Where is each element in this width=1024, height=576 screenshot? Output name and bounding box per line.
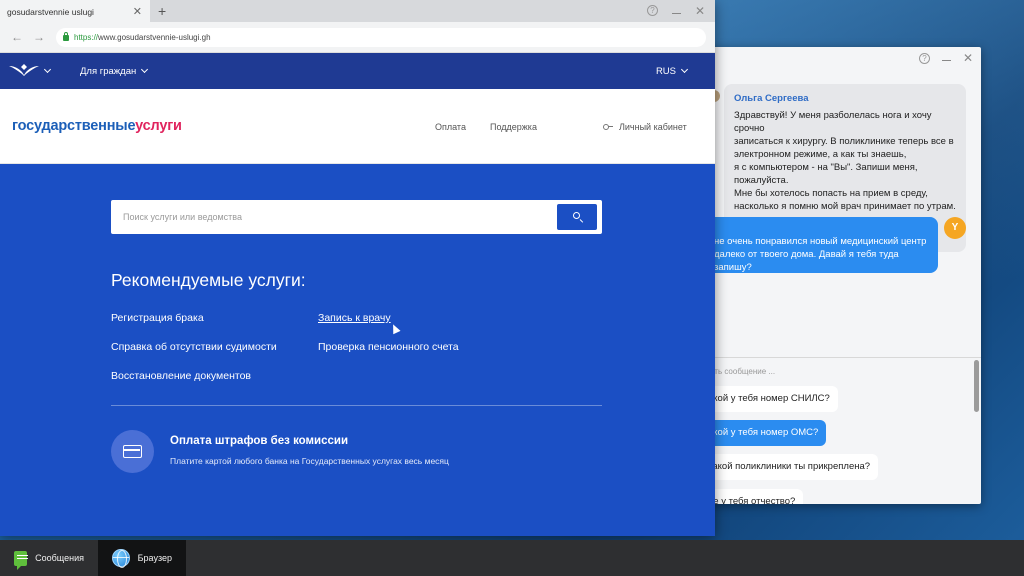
browser-window: gosudarstvennie uslugi ✕ + ? ✕ ← → https… xyxy=(0,0,715,536)
outgoing-message: не очень понравился новый медицинский це… xyxy=(700,217,938,273)
url-field[interactable]: https://www.gosudarstvennie-uslugi.gh xyxy=(56,28,706,47)
search-button[interactable] xyxy=(557,204,597,230)
account-link[interactable]: Личный кабинет xyxy=(603,122,687,132)
input-divider xyxy=(700,357,981,358)
site-nav-bar: Для граждан RUS xyxy=(0,53,715,89)
lock-icon xyxy=(63,32,69,41)
taskbar: Сообщения Браузер xyxy=(0,540,1024,576)
user-avatar: Y xyxy=(944,217,966,239)
chevron-down-icon[interactable] xyxy=(43,65,52,77)
address-bar: ← → https://www.gosudarstvennie-uslugi.g… xyxy=(0,22,715,53)
help-icon[interactable]: ? xyxy=(646,5,658,16)
fines-card-button[interactable] xyxy=(111,430,154,473)
quick-reply[interactable]: акой у тебя номер ОМС? xyxy=(700,420,827,446)
scrollbar[interactable] xyxy=(974,360,979,412)
section-divider xyxy=(111,405,602,406)
payment-link[interactable]: Оплата xyxy=(435,122,466,132)
eagle-logo-icon[interactable] xyxy=(8,63,40,77)
globe-icon xyxy=(112,549,130,568)
language-selector[interactable]: RUS xyxy=(656,65,689,77)
quick-reply[interactable]: какой поликлиники ты прикреплена? xyxy=(700,454,879,480)
tab-title: gosudarstvennie uslugi xyxy=(7,7,94,17)
close-icon[interactable]: ✕ xyxy=(963,52,973,64)
chat-icon xyxy=(14,550,29,570)
search-box xyxy=(111,200,602,234)
nav-citizens[interactable]: Для граждан xyxy=(80,65,149,77)
message-author: Ольга Сергеева xyxy=(734,93,809,104)
message-input[interactable]: ать сообщение ... xyxy=(710,367,775,376)
search-icon xyxy=(573,212,580,219)
chevron-down-icon xyxy=(141,65,149,74)
key-icon xyxy=(603,124,613,130)
browser-tab[interactable]: gosudarstvennie uslugi ✕ xyxy=(0,0,150,22)
fines-title[interactable]: Оплата штрафов без комиссии xyxy=(170,435,348,447)
recommended-title: Рекомендуемые услуги: xyxy=(111,270,306,290)
credit-card-icon xyxy=(123,445,142,458)
fines-subtitle: Платите картой любого банка на Государст… xyxy=(170,456,449,466)
support-link[interactable]: Поддержка xyxy=(490,122,537,132)
service-link[interactable]: Восстановление документов xyxy=(111,370,251,382)
service-link[interactable]: Справка об отсутствии судимости xyxy=(111,341,277,353)
forward-icon[interactable]: → xyxy=(33,30,45,44)
taskbar-item-browser[interactable]: Браузер xyxy=(98,540,186,576)
chevron-down-icon xyxy=(680,65,689,74)
service-link[interactable]: Запись к врачу xyxy=(318,312,391,324)
help-icon[interactable]: ? xyxy=(918,52,930,64)
messenger-titlebar: ? ✕ xyxy=(700,47,981,69)
service-link[interactable]: Регистрация брака xyxy=(111,312,204,324)
quick-reply[interactable]: акой у тебя номер СНИЛС? xyxy=(700,386,838,412)
service-link[interactable]: Проверка пенсионного счета xyxy=(318,341,459,353)
new-tab-icon[interactable]: + xyxy=(158,3,166,19)
messenger-window: ? ✕ Ольга Сергеева Здравствуй! У меня ра… xyxy=(700,47,981,504)
site-logo[interactable]: государственныеуслуги xyxy=(12,118,182,134)
taskbar-item-messages[interactable]: Сообщения xyxy=(0,540,98,576)
minimize-icon[interactable] xyxy=(671,8,681,14)
search-input[interactable] xyxy=(111,200,551,234)
close-icon[interactable]: ✕ xyxy=(695,5,705,17)
minimize-icon[interactable] xyxy=(941,55,951,61)
quick-reply[interactable]: ое у тебя отчество? xyxy=(700,489,804,504)
close-icon[interactable]: ✕ xyxy=(133,5,142,18)
message-text: Здравствуй! У меня разболелась нога и хо… xyxy=(734,110,956,212)
tab-bar: gosudarstvennie uslugi ✕ + ? ✕ xyxy=(0,0,715,22)
site-header: государственныеуслуги Оплата Поддержка Л… xyxy=(0,89,715,164)
hero-section: Рекомендуемые услуги: Регистрация брака … xyxy=(0,164,715,536)
back-icon[interactable]: ← xyxy=(11,30,23,44)
mouse-cursor-icon xyxy=(389,322,401,335)
